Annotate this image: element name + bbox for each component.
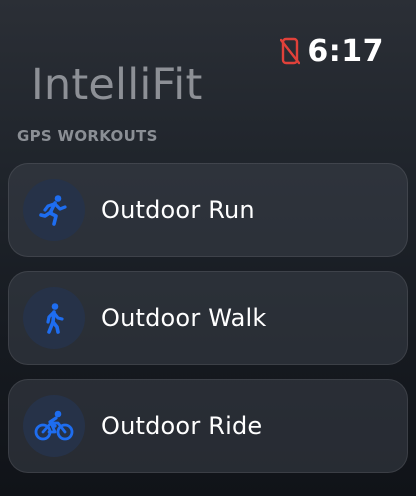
workout-row-outdoor-walk[interactable]: Outdoor Walk xyxy=(8,271,408,365)
phone-disconnected-icon xyxy=(279,36,301,66)
workout-label: Outdoor Ride xyxy=(101,412,263,440)
section-header: GPS WORKOUTS xyxy=(17,127,158,145)
walking-icon xyxy=(23,287,85,349)
workout-label: Outdoor Run xyxy=(101,196,255,224)
workout-row-outdoor-ride[interactable]: Outdoor Ride xyxy=(8,379,408,473)
cycling-icon xyxy=(23,395,85,457)
workout-list: Outdoor Run Outdoor Walk Outdoor Ride xyxy=(8,163,408,473)
workout-label: Outdoor Walk xyxy=(101,304,267,332)
status-bar: 6:17 xyxy=(279,30,384,72)
workout-row-outdoor-run[interactable]: Outdoor Run xyxy=(8,163,408,257)
time-display: 6:17 xyxy=(307,33,384,69)
running-icon xyxy=(23,179,85,241)
app-title: IntelliFit xyxy=(31,60,203,110)
